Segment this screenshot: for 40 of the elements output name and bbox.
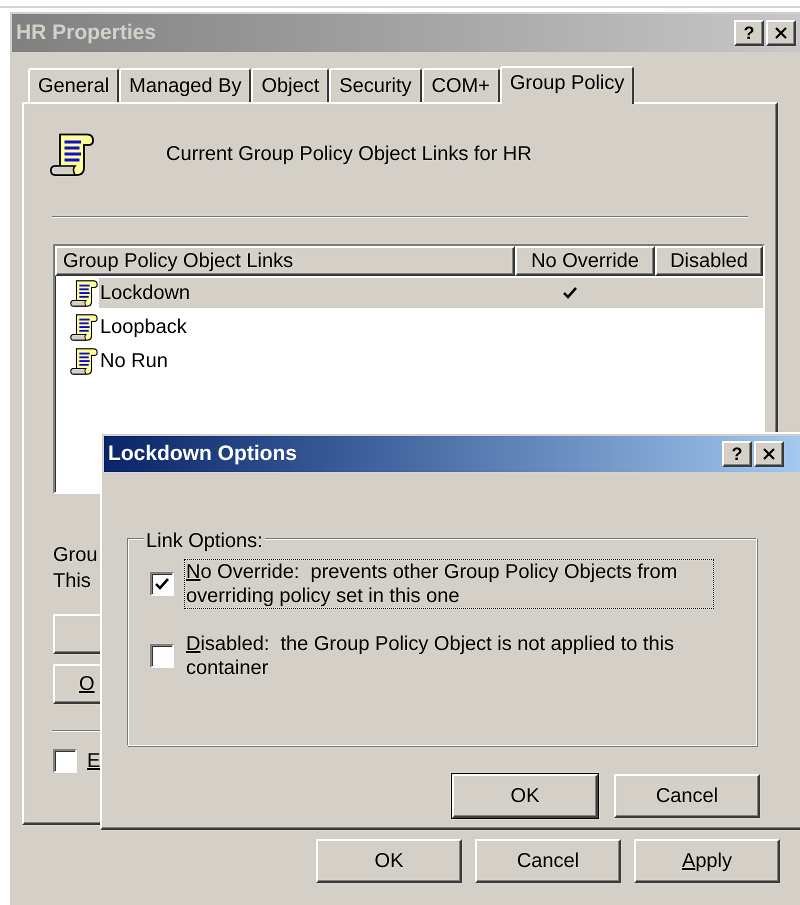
tab[interactable]: Group Policy xyxy=(500,66,634,104)
window-title: Lockdown Options xyxy=(108,441,298,468)
tab[interactable]: Managed By xyxy=(119,68,252,102)
close-button[interactable] xyxy=(754,441,784,467)
checkbox[interactable] xyxy=(150,572,174,596)
dialog-button[interactable]: Cancel xyxy=(614,774,760,818)
column-header[interactable]: No Override xyxy=(515,246,655,276)
policy-name: Loopback xyxy=(99,315,188,340)
dialog-button[interactable]: OK xyxy=(316,839,462,883)
option-label: No Override: prevents other Group Policy Objects from overriding policy set in this one xyxy=(184,559,714,609)
scroll-icon xyxy=(69,278,99,308)
tab[interactable]: Security xyxy=(329,68,422,102)
tab[interactable]: General xyxy=(28,68,120,102)
policy-name: Lockdown xyxy=(99,281,192,306)
check-icon xyxy=(155,578,169,590)
list-row[interactable]: Lockdown xyxy=(99,278,763,308)
tab[interactable]: COM+ xyxy=(422,68,500,102)
checkbox[interactable] xyxy=(150,644,174,668)
tab[interactable]: Object xyxy=(251,68,330,102)
dialog-button[interactable]: Cancel xyxy=(475,839,621,883)
help-button[interactable]: ? xyxy=(722,441,752,467)
policy-name: No Run xyxy=(99,349,169,374)
checkbox[interactable] xyxy=(53,749,77,773)
close-icon xyxy=(774,27,788,39)
header-text: Current Group Policy Object Links for HR xyxy=(166,142,532,167)
label-text: Grou xyxy=(53,543,98,568)
dialog-button[interactable]: Apply xyxy=(634,839,780,883)
check-icon xyxy=(563,287,577,299)
label-text: This xyxy=(53,569,91,594)
scroll-icon xyxy=(69,346,99,376)
column-header[interactable]: Disabled xyxy=(655,246,763,276)
close-icon xyxy=(762,448,776,460)
option-label: Disabled: the Group Policy Object is not applied to this container xyxy=(185,632,676,681)
window-title: HR Properties xyxy=(16,20,158,46)
scroll-icon xyxy=(69,312,99,342)
dialog-button[interactable]: OK xyxy=(452,774,598,818)
close-button[interactable] xyxy=(766,20,796,46)
help-button[interactable]: ? xyxy=(734,20,764,46)
checkbox-label: E xyxy=(87,749,100,774)
column-header[interactable]: Group Policy Object Links xyxy=(55,246,515,276)
